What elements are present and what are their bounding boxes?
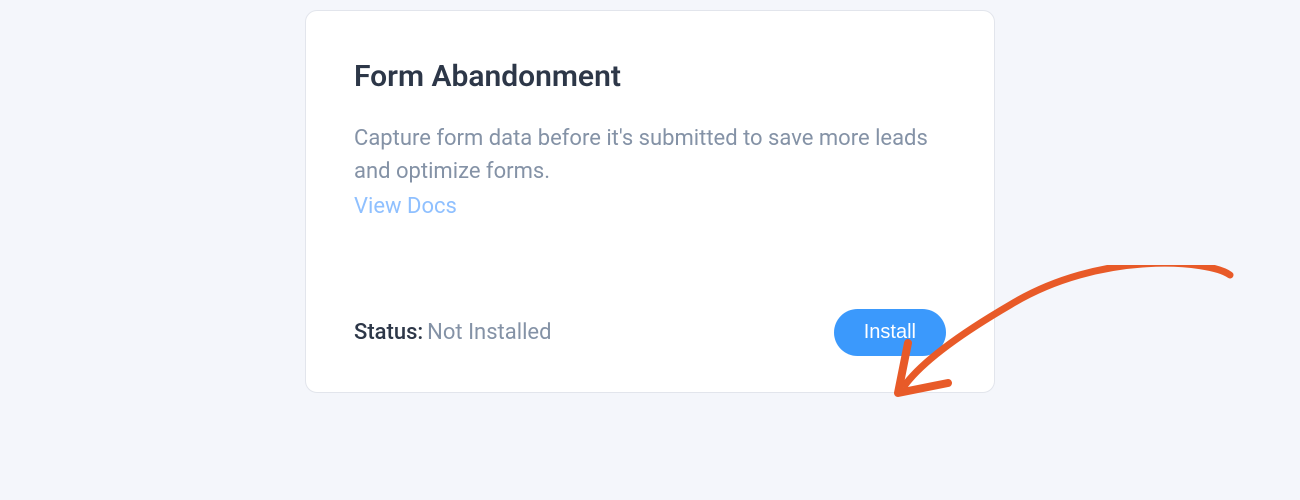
card-title: Form Abandonment — [354, 59, 946, 94]
install-button[interactable]: Install — [834, 309, 946, 356]
status-value: Not Installed — [427, 320, 551, 345]
card-description: Capture form data before it's submitted … — [354, 122, 946, 188]
view-docs-link[interactable]: View Docs — [354, 194, 457, 219]
status-label: Status: — [354, 320, 423, 345]
card-footer: Status: Not Installed Install — [354, 309, 946, 356]
status-text: Status: Not Installed — [354, 320, 552, 345]
addon-card: Form Abandonment Capture form data befor… — [305, 10, 995, 393]
